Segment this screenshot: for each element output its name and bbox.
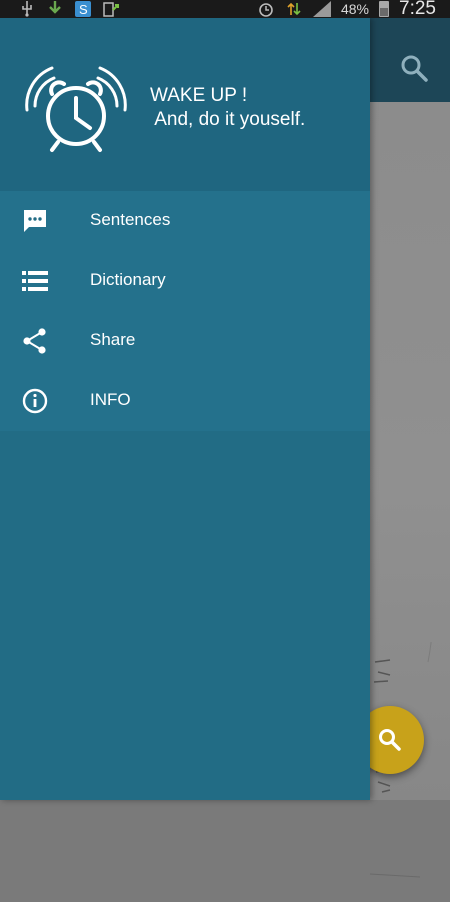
alarm-clock-ringing-icon: [25, 66, 127, 152]
usb-icon: [22, 1, 32, 17]
skype-icon: S: [75, 1, 91, 17]
search-icon[interactable]: [398, 52, 430, 84]
drawer-menu: Sentences Dictionary Share INFO: [0, 191, 370, 431]
menu-item-dictionary[interactable]: Dictionary: [0, 251, 370, 311]
share-icon: [23, 328, 46, 354]
menu-item-info[interactable]: INFO: [0, 371, 370, 431]
info-icon: [22, 388, 48, 414]
list-icon: [22, 271, 48, 291]
battery-icon: [379, 1, 390, 17]
signal-icon: [312, 1, 331, 17]
menu-item-label: Share: [90, 330, 136, 349]
menu-item-label: INFO: [90, 390, 131, 409]
update-icon: [103, 2, 119, 17]
battery-percent: 48%: [340, 1, 370, 17]
menu-item-share[interactable]: Share: [0, 311, 370, 371]
chat-dots-icon: [24, 210, 46, 232]
drawer-header: WAKE UP ! And, do it youself.: [0, 18, 370, 191]
data-transfer-icon: [287, 2, 301, 16]
status-bar: S 48% 7:25: [0, 0, 450, 20]
navigation-drawer: WAKE UP ! And, do it youself. Sentences …: [0, 18, 370, 800]
clock-time: 7:25: [399, 0, 436, 19]
menu-item-label: Dictionary: [90, 270, 166, 289]
alarm-icon: [259, 3, 273, 17]
menu-item-label: Sentences: [90, 210, 171, 229]
menu-item-sentences[interactable]: Sentences: [0, 191, 370, 251]
app-title: WAKE UP !: [150, 85, 248, 106]
system-icons: 48% 7:25: [257, 0, 436, 20]
search-icon: [379, 729, 401, 751]
download-icon: [49, 1, 61, 14]
svg-text:S: S: [79, 2, 88, 17]
notification-icons: S: [18, 0, 120, 18]
app-subtitle: And, do it youself.: [150, 109, 306, 130]
